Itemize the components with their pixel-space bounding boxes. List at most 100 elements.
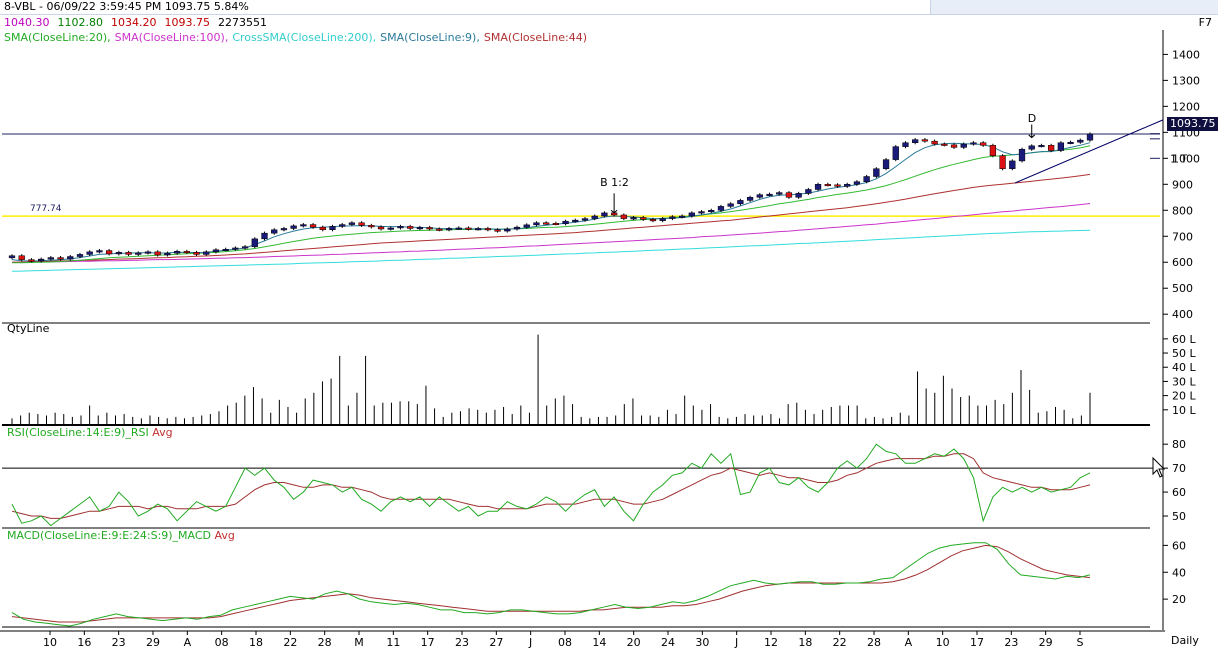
price-tick-label: 700 [1172, 230, 1193, 243]
candle-body [970, 142, 977, 145]
candle-body [251, 238, 258, 247]
candle-body [348, 222, 356, 225]
candle-body [863, 176, 870, 182]
candle-body [766, 193, 773, 196]
candle-body [280, 228, 288, 231]
candle-body [300, 224, 307, 227]
candle-body [212, 249, 220, 253]
candle-body [47, 257, 54, 260]
x-tick-label: 22 [833, 636, 847, 649]
macd-tick-label: 60 [1172, 539, 1186, 552]
candle-body [649, 219, 657, 222]
candle-body [290, 225, 297, 229]
x-tick-label: 30 [695, 636, 709, 649]
x-tick-label: 18 [249, 636, 263, 649]
price-tick-label: 1200 [1172, 100, 1200, 113]
qty-tick-label: 10 L [1172, 404, 1196, 417]
x-tick-label: 23 [455, 636, 469, 649]
x-tick-label: 16 [77, 636, 91, 649]
candle-body [475, 228, 482, 231]
candle-body [436, 228, 443, 231]
candle-body [465, 227, 472, 230]
candle-body [96, 250, 103, 253]
x-tick-label: A [905, 636, 913, 649]
candle-body [494, 229, 501, 232]
rsi-tick-label: 80 [1172, 438, 1186, 451]
candle-body [717, 206, 725, 211]
candle-body [125, 252, 132, 255]
price-tick-label: 800 [1172, 204, 1193, 217]
candle-body [1009, 160, 1016, 169]
candle-body [980, 142, 987, 146]
x-tick-label: J [528, 636, 532, 649]
x-tick-label: 08 [558, 636, 572, 649]
candle-body [135, 252, 142, 255]
qty-tick-label: 50 L [1172, 347, 1196, 360]
candle-body [368, 225, 375, 228]
x-tick-label: 23 [1004, 636, 1018, 649]
x-tick-label: 29 [1039, 636, 1053, 649]
x-tick-label: 28 [318, 636, 332, 649]
candle-body [8, 255, 16, 259]
candle-body [581, 218, 589, 221]
candle-body [37, 258, 45, 262]
qty-tick-label: 20 L [1172, 390, 1196, 403]
candle-body [659, 218, 666, 221]
x-tick-label: 10 [936, 636, 950, 649]
rsi-tick-label: 70 [1172, 462, 1186, 475]
trend-line [1014, 119, 1164, 184]
candle-body [931, 140, 938, 145]
chart-canvas[interactable]: 1400130012001100100090080070060050040077… [0, 0, 1218, 649]
price-tick-label: 1300 [1172, 74, 1200, 87]
candle-body [1077, 139, 1084, 143]
candle-body [708, 210, 715, 213]
candle-body [86, 251, 93, 255]
candle-body [543, 222, 550, 225]
candle-body [572, 219, 579, 222]
x-tick-label: 17 [421, 636, 435, 649]
price-tick-label: 500 [1172, 282, 1193, 295]
sma100-line [12, 203, 1091, 263]
x-tick-label: A [184, 636, 192, 649]
candle-body [688, 212, 695, 217]
candle-body [785, 192, 793, 198]
candle-body [844, 184, 851, 187]
candle-body [960, 143, 967, 148]
price-tick-label: 600 [1172, 256, 1193, 269]
x-tick-label: 22 [283, 636, 297, 649]
candle-body [484, 228, 492, 231]
candle-body [28, 259, 35, 262]
candle-body [1067, 141, 1074, 144]
candle-body [669, 216, 676, 219]
qty-tick-label: 60 L [1172, 333, 1196, 346]
macd-tick-label: 40 [1172, 566, 1186, 579]
candle-body [416, 227, 424, 230]
candle-body [154, 251, 161, 256]
candle-body [1018, 148, 1026, 162]
rsi-avg-line [11, 453, 1091, 519]
x-tick-label: 24 [661, 636, 675, 649]
candle-body [203, 251, 210, 255]
price-tick-label: 900 [1172, 178, 1193, 191]
candle-body [882, 159, 890, 169]
x-tick-label: 11 [386, 636, 400, 649]
candle-body [144, 251, 152, 254]
candle-body [1057, 142, 1065, 151]
candle-body [562, 220, 569, 225]
sma9-line [11, 142, 1091, 262]
x-tick-label: 20 [627, 636, 641, 649]
candle-body [426, 227, 433, 230]
macd-tick-label: 20 [1172, 593, 1186, 606]
x-tick-label: J [734, 636, 738, 649]
price-tick-label: 400 [1172, 308, 1193, 321]
candle-body [407, 226, 414, 229]
candle-body [601, 212, 608, 217]
candle-body [853, 181, 861, 185]
candle-body [241, 246, 249, 249]
buy-marker-arrow [610, 193, 618, 214]
candle-body [698, 211, 705, 214]
candle-body [912, 139, 919, 143]
candle-body [105, 250, 113, 255]
x-tick-label: 14 [592, 636, 606, 649]
x-tick-label: 10 [43, 636, 57, 649]
